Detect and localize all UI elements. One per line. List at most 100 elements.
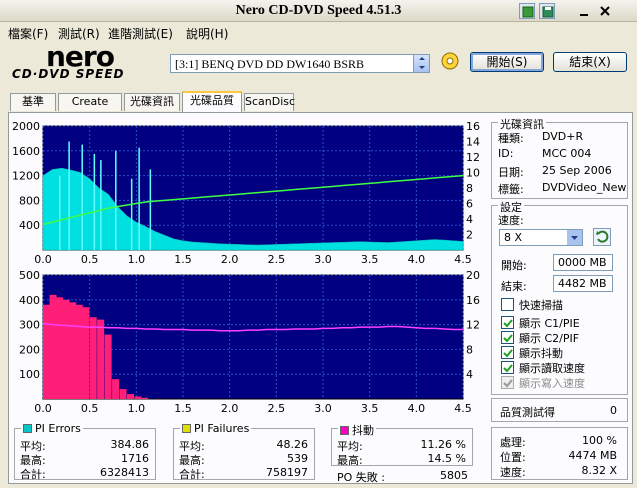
top-y-right-tick-label: 16 [466,120,480,133]
nero-logo: nero CD·DVD SPEED [10,40,160,84]
menu-bar: 檔案(F) 測試(R) 進階測試(E) 說明(H) [0,23,637,41]
menu-advanced-test[interactable]: 進階測試(E) [108,25,173,42]
jitter-max-value: 14.5 % [427,452,466,465]
minimize-icon[interactable] [576,3,592,19]
quick-scan-label: 快速掃描 [519,299,563,312]
pi-failures-bar [49,294,57,399]
logo-cdvd-text: CD·DVD SPEED [12,67,125,81]
title-bar: Nero CD-DVD Speed 4.51.3 [0,0,637,22]
top-x-tick-label: 2.5 [268,253,286,266]
speed-select-value: 8 X [504,231,523,244]
bottom-y-right-tick-label: 8 [466,343,473,356]
disc-id-label: ID: [498,147,514,160]
speed-label: 速度: [498,214,524,227]
tab-disc-info[interactable]: 光碟資訊 [124,93,180,111]
top-x-tick-label: 3.0 [314,253,332,266]
progress-value: 100 % [582,434,617,447]
speed-dropdown-arrow-icon[interactable] [567,230,582,245]
refresh-speed-icon[interactable] [593,228,611,246]
pi-failures-bar [56,297,64,399]
show-c2-pif-checkbox[interactable] [501,331,514,344]
bottom-x-tick-label: 1.5 [174,402,192,415]
show-write-speed-checkbox[interactable] [501,376,514,389]
pi-failures-title: PI Failures [194,422,250,435]
top-x-tick-label: 0.5 [81,253,99,266]
menu-help[interactable]: 說明(H) [186,25,228,42]
disc-date-value: 25 Sep 2006 [542,164,612,177]
show-jitter-label: 顯示抖動 [519,347,563,360]
drive-select-value: [3:1] BENQ DVD DD DW1640 BSRB [175,57,364,71]
show-c1-pie-checkbox[interactable] [501,316,514,329]
pi-errors-title: PI Errors [35,422,81,435]
status-group: 處理: 100 % 位置: 4474 MB 速度: 8.32 X [491,427,628,480]
disc-label-label: 標籤: [498,183,524,196]
drive-dropdown-arrow[interactable] [413,55,429,72]
drive-select[interactable]: [3:1] BENQ DVD DD DW1640 BSRB [170,54,430,73]
pi-failures-max-value: 539 [287,452,308,465]
tab-benchmark[interactable]: 基準 [10,93,56,111]
bottom-x-tick-label: 4.5 [454,402,472,415]
top-x-tick-label: 0.0 [34,253,52,266]
top-y-left-tick-label: 2000 [12,120,40,133]
jitter-avg-value: 11.26 % [420,438,466,451]
speed-status-label: 速度: [500,466,526,479]
start-button[interactable]: 開始(S) [470,52,544,72]
pi-failures-bar [134,396,142,399]
pi-errors-swatch [23,424,32,433]
po-failures-value: 5805 [440,469,468,482]
pi-failures-swatch [182,424,191,433]
top-x-tick-label: 4.5 [454,253,472,266]
pi-failures-bar [82,307,90,399]
top-y-right-tick-label: 2 [466,229,473,242]
top-y-right-tick-label: 8 [466,182,473,195]
pi-failures-avg-value: 48.26 [276,438,309,451]
bottom-x-tick-label: 3.5 [361,402,379,415]
quality-score-value: 0 [610,404,617,417]
quick-scan-checkbox[interactable] [501,298,514,311]
position-value: 4474 MB [568,449,617,462]
speed-status-value: 8.32 X [581,464,617,477]
top-y-right-tick-label: 4 [466,213,473,226]
tab-create-disc[interactable]: Create Disc [58,93,122,124]
pi-errors-total-label: 合計: [20,468,46,481]
close-icon[interactable] [597,3,613,19]
jitter-swatch [340,426,349,435]
end-label: 結束: [501,280,527,293]
end-input[interactable]: 4482 MB [553,275,613,292]
pi-failures-bar [62,299,70,399]
quality-score-label: 品質測試得 [500,406,555,419]
start-input[interactable]: 0000 MB [553,254,613,271]
po-failures-label: PO 失敗 : [337,471,385,484]
pi-failures-total-value: 758197 [266,466,308,479]
speed-select[interactable]: 8 X [499,229,583,246]
pi-errors-group: PI Errors 平均: 384.86 最高: 1716 合計: 632841… [14,422,156,481]
bottom-y-left-tick-label: 400 [19,294,40,307]
show-c2-pif-label: 顯示 C2/PIF [519,332,580,345]
top-y-right-tick-label: 6 [466,198,473,211]
drive-eject-icon[interactable] [439,50,461,72]
jitter-group: 抖動 平均: 11.26 % 最高: 14.5 % [331,422,473,467]
bottom-y-left-tick-label: 100 [19,368,40,381]
position-label: 位置: [500,451,526,464]
tab-scandisc[interactable]: ScanDisc [244,93,295,111]
bottom-y-left-tick-label: 500 [19,269,40,282]
top-x-tick-label: 2.0 [221,253,239,266]
menu-file[interactable]: 檔案(F) [8,25,48,42]
top-y-right-tick-label: 14 [466,136,480,149]
save-icon[interactable] [539,3,555,19]
exit-button[interactable]: 結束(X) [553,52,627,72]
bottom-x-tick-label: 3.0 [314,402,332,415]
pi-failures-total-label: 合計: [179,468,205,481]
jitter-max-label: 最高: [337,454,363,467]
top-x-tick-label: 4.0 [408,253,426,266]
top-y-right-tick-label: 12 [466,151,480,164]
copy-icon[interactable] [519,3,535,19]
settings-group: 設定 速度: 8 X 開始: 0000 MB 結束: 4482 MB 快速掃描 … [491,199,628,395]
tab-disc-quality[interactable]: 光碟品質 [182,91,242,112]
show-read-speed-checkbox[interactable] [501,361,514,374]
pi-failures-bar [112,379,120,399]
jitter-title: 抖動 [352,424,374,437]
pi-failures-bar [104,334,112,399]
show-jitter-checkbox[interactable] [501,346,514,359]
top-y-right-tick-label: 10 [466,167,480,180]
